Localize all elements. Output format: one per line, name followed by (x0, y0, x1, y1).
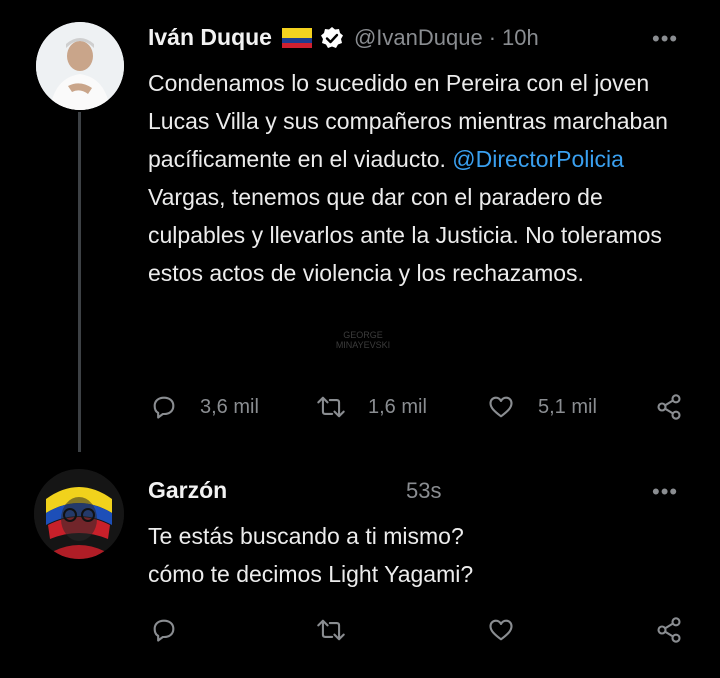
mention-link[interactable]: @DirectorPolicia (452, 146, 624, 172)
reply-more-options-button[interactable]: ••• (652, 479, 678, 505)
display-name[interactable]: Iván Duque (148, 24, 272, 51)
reply-header: Garzón (148, 477, 227, 504)
colombia-flag-icon (281, 27, 312, 48)
more-options-button[interactable]: ••• (652, 26, 678, 52)
reply-share-button[interactable] (654, 616, 684, 644)
avatar-garzon[interactable] (34, 469, 124, 559)
tweet-reply[interactable]: Garzón 53s ••• Te estás buscando a ti mi… (0, 455, 720, 678)
retweet-icon (317, 396, 345, 418)
share-icon (657, 617, 681, 643)
reply-count: 3,6 mil (200, 395, 259, 418)
reply-text: Te estás buscando a ti mismo? cómo te de… (148, 517, 688, 593)
avatar-ivan-duque[interactable] (36, 22, 124, 110)
retweet-count: 1,6 mil (368, 395, 427, 418)
reply-text-line2: cómo te decimos Light Yagami? (148, 561, 474, 587)
like-button[interactable]: 5,1 mil (486, 393, 597, 421)
timestamp[interactable]: 10h (502, 25, 539, 51)
heart-icon (489, 619, 513, 641)
reply-reply-button[interactable] (150, 616, 178, 644)
heart-icon (489, 396, 513, 418)
reply-like-button[interactable] (486, 616, 516, 644)
verified-badge-icon (320, 26, 344, 50)
reply-display-name[interactable]: Garzón (148, 477, 227, 504)
watermark: GEORGE MINAYEVSKI (335, 330, 391, 350)
like-count: 5,1 mil (538, 395, 597, 418)
retweet-icon (317, 619, 345, 641)
tweet-main[interactable]: Iván Duque @IvanDuque · 10h ••• Condenam… (0, 0, 720, 452)
reply-retweet-button[interactable] (316, 616, 346, 644)
share-button[interactable] (654, 393, 684, 421)
tweet-text-part2: Vargas, tenemos que dar con el paradero … (148, 184, 662, 286)
share-icon (657, 394, 681, 420)
reply-icon (153, 396, 175, 419)
reply-button[interactable]: 3,6 mil (150, 393, 259, 421)
retweet-button[interactable]: 1,6 mil (316, 393, 427, 421)
thread-line (78, 112, 81, 452)
handle[interactable]: @IvanDuque (354, 25, 483, 51)
tweet-header: Iván Duque @IvanDuque · 10h (148, 24, 539, 51)
tweet-text: Condenamos lo sucedido en Pereira con el… (148, 64, 688, 292)
time-separator: · (488, 24, 497, 50)
reply-icon (153, 619, 175, 642)
reply-timestamp[interactable]: 53s (406, 478, 441, 504)
reply-text-line1: Te estás buscando a ti mismo? (148, 523, 464, 549)
